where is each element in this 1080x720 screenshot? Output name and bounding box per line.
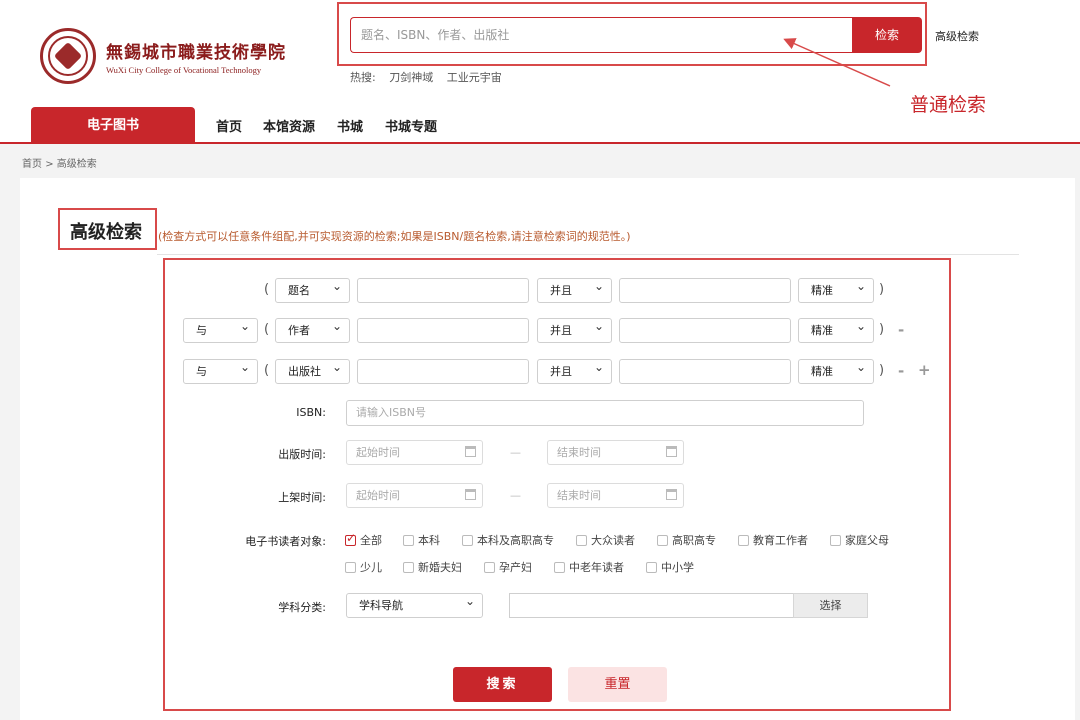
- audience-checkbox[interactable]: 大众读者: [576, 532, 635, 548]
- pub-time-label: 出版时间:: [278, 448, 326, 461]
- shelf-end-date[interactable]: 结束时间: [547, 483, 684, 508]
- college-name-en: WuXi City College of Vocational Technolo…: [106, 64, 262, 75]
- title-divider: [157, 254, 1019, 255]
- search-input[interactable]: 题名、ISBN、作者、出版社: [350, 17, 852, 53]
- field-select[interactable]: 出版社: [275, 356, 350, 384]
- boolean-select[interactable]: 与: [183, 356, 258, 384]
- isbn-input[interactable]: 请输入ISBN号: [346, 400, 864, 426]
- calendar-icon: [666, 489, 677, 500]
- remove-row-icon[interactable]: -: [898, 362, 904, 380]
- keyword-input[interactable]: [357, 318, 529, 343]
- operator-select[interactable]: 并且: [537, 275, 612, 303]
- basic-search-annotation: 普通检索: [910, 94, 987, 116]
- audience-checkbox[interactable]: 新婚夫妇: [403, 559, 462, 575]
- field-select[interactable]: 作者: [275, 315, 350, 343]
- college-name-cn: 無錫城市職業技術學院: [106, 42, 286, 63]
- isbn-label: ISBN:: [296, 406, 326, 419]
- add-row-icon[interactable]: +: [918, 361, 931, 379]
- hot-term[interactable]: 工业元宇宙: [447, 71, 502, 84]
- audience-checkbox[interactable]: 本科: [403, 532, 440, 548]
- checkbox-checked-icon: [345, 531, 356, 546]
- breadcrumb: 首页 > 高级检索: [22, 159, 97, 170]
- college-seal-icon: [40, 28, 96, 84]
- search-button[interactable]: 检索: [852, 17, 922, 53]
- advanced-search-link[interactable]: 高级检索: [935, 28, 979, 44]
- operator-select[interactable]: 并且: [537, 356, 612, 384]
- keyword-input[interactable]: [619, 318, 791, 343]
- pub-end-date[interactable]: 结束时间: [547, 440, 684, 465]
- calendar-icon: [666, 446, 677, 457]
- audience-checkbox[interactable]: 高职高专: [657, 532, 716, 548]
- audience-checkbox[interactable]: 少儿: [345, 559, 382, 575]
- match-select[interactable]: 精准: [798, 356, 874, 384]
- advanced-search-button[interactable]: 搜索: [453, 667, 552, 702]
- audience-checkbox[interactable]: 本科及高职高专: [462, 532, 554, 548]
- college-logo[interactable]: 無錫城市職業技術學院 WuXi City College of Vocation…: [40, 28, 286, 84]
- nav-item-bookstore[interactable]: 书城: [337, 116, 363, 135]
- calendar-icon: [465, 489, 476, 500]
- remove-row-icon[interactable]: -: [898, 321, 904, 339]
- audience-checkbox[interactable]: 全部: [345, 531, 382, 548]
- subject-select[interactable]: 学科导航: [346, 590, 483, 618]
- keyword-input[interactable]: [357, 278, 529, 303]
- audience-checkbox[interactable]: 中老年读者: [554, 559, 624, 575]
- nav-ebook-tab[interactable]: 电子图书: [31, 107, 195, 144]
- boolean-select[interactable]: 与: [183, 315, 258, 343]
- audience-checkbox[interactable]: 家庭父母: [830, 532, 889, 548]
- audience-checkbox[interactable]: 中小学: [646, 559, 694, 575]
- subject-input[interactable]: [509, 593, 794, 618]
- advanced-search-note: (检查方式可以任意条件组配,并可实现资源的检索;如果是ISBN/题名检索,请注意…: [158, 230, 631, 243]
- subject-label: 学科分类:: [278, 601, 326, 614]
- calendar-icon: [465, 446, 476, 457]
- keyword-input[interactable]: [619, 359, 791, 384]
- operator-select[interactable]: 并且: [537, 315, 612, 343]
- nav-item-bookstore-topics[interactable]: 书城专题: [385, 116, 437, 135]
- match-select[interactable]: 精准: [798, 275, 874, 303]
- nav-item-library-resources[interactable]: 本馆资源: [263, 116, 315, 135]
- breadcrumb-home[interactable]: 首页: [22, 159, 42, 170]
- page-title: 高级检索: [70, 222, 142, 243]
- hot-search-label: 热搜:: [350, 71, 376, 84]
- match-select[interactable]: 精准: [798, 315, 874, 343]
- subject-choose-button[interactable]: 选择: [793, 593, 868, 618]
- audience-checkbox[interactable]: 孕产妇: [484, 559, 532, 575]
- reset-button[interactable]: 重置: [568, 667, 667, 702]
- pub-start-date[interactable]: 起始时间: [346, 440, 483, 465]
- breadcrumb-current: 高级检索: [56, 159, 97, 170]
- audience-checkbox[interactable]: 教育工作者: [738, 532, 808, 548]
- field-select[interactable]: 题名: [275, 275, 350, 303]
- hot-term[interactable]: 刀剑神域: [389, 71, 433, 84]
- shelf-start-date[interactable]: 起始时间: [346, 483, 483, 508]
- audience-label: 电子书读者对象:: [245, 535, 326, 548]
- shelf-time-label: 上架时间:: [278, 491, 326, 504]
- keyword-input[interactable]: [619, 278, 791, 303]
- hot-search: 热搜: 刀剑神域 工业元宇宙: [350, 69, 512, 85]
- nav-item-home[interactable]: 首页: [216, 116, 242, 135]
- keyword-input[interactable]: [357, 359, 529, 384]
